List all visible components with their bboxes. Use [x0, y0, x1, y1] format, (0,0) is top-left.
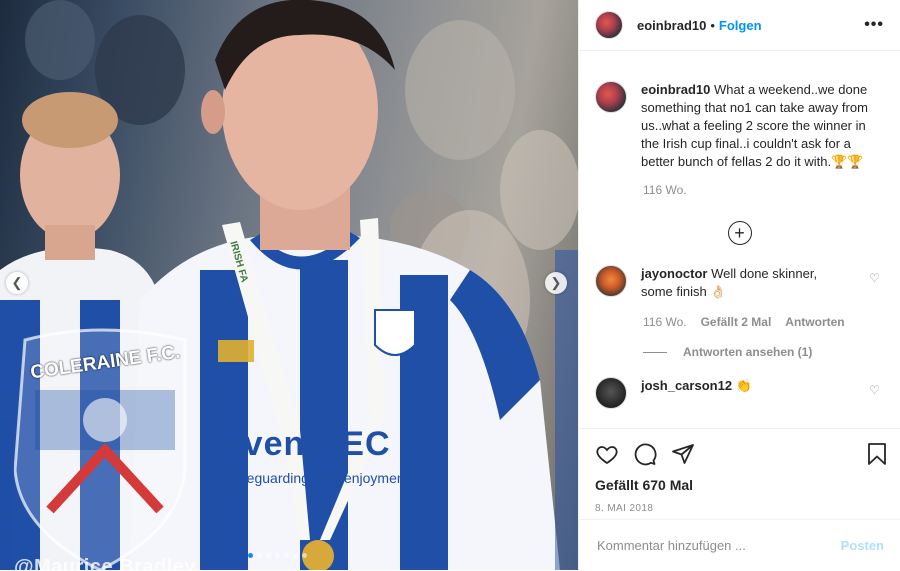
share-icon[interactable] [671, 442, 695, 466]
post-date[interactable]: 8. MAI 2018 [579, 493, 900, 514]
sponsor-text: EventSEC [220, 425, 391, 463]
caption-timestamp[interactable]: 116 Wo. [643, 183, 900, 197]
heart-icon[interactable] [595, 442, 619, 466]
carousel-dot [293, 553, 298, 558]
comment-text: 👏 [735, 378, 752, 393]
comment-item: jayonoctor Well done skinner, some finis… [579, 265, 900, 301]
comment-like-heart-icon[interactable]: ♡ [869, 271, 880, 285]
follow-button[interactable]: Folgen [719, 18, 762, 33]
post-comment-button[interactable]: Posten [841, 538, 884, 553]
more-horizontal-icon[interactable]: ••• [864, 16, 884, 34]
sponsor-subtext: safeguarding your enjoyment [228, 470, 409, 486]
carousel-indicator [248, 553, 307, 558]
comment-item: josh_carson12 👏 ♡ [579, 377, 900, 409]
carousel-dot [257, 553, 262, 558]
bookmark-icon[interactable] [866, 442, 888, 466]
chevron-left-icon: ❮ [11, 275, 23, 290]
carousel-dot [302, 553, 307, 558]
caption-username[interactable]: eoinbrad10 [641, 82, 710, 97]
comment-username[interactable]: josh_carson12 [641, 378, 732, 393]
caption-text-block: eoinbrad10 What a weekend..we done somet… [641, 81, 879, 171]
next-slide-button[interactable]: ❯ [545, 272, 567, 294]
comment-like-heart-icon[interactable]: ♡ [869, 383, 880, 397]
photo-watermark: @Maurice Bradley [14, 556, 197, 570]
comment-username[interactable]: jayonoctor [641, 266, 707, 281]
comment-icon[interactable] [633, 442, 657, 466]
carousel-dot [284, 553, 289, 558]
comment-text-block: josh_carson12 👏 [641, 377, 851, 409]
likes-count[interactable]: Gefällt 670 Mal [579, 469, 900, 493]
replies-divider [643, 351, 667, 353]
carousel-dot [248, 553, 253, 558]
post-actions: Gefällt 670 Mal 8. MAI 2018 [579, 428, 900, 514]
comments-section[interactable]: eoinbrad10 What a weekend..we done somet… [579, 51, 900, 428]
comment-text-block: jayonoctor Well done skinner, some finis… [641, 265, 851, 301]
carousel-dot [266, 553, 271, 558]
chevron-right-icon: ❯ [550, 275, 562, 290]
caption: eoinbrad10 What a weekend..we done somet… [579, 51, 900, 171]
post-header: eoinbrad10 • Folgen ••• [579, 0, 900, 51]
avatar[interactable] [595, 265, 627, 297]
post-side-panel: eoinbrad10 • Folgen ••• eoinbrad10 What … [578, 0, 900, 570]
avatar[interactable] [595, 377, 627, 409]
separator-dot: • [710, 17, 715, 33]
comment-timestamp[interactable]: 116 Wo. [643, 315, 687, 329]
add-comment-bar: Posten [579, 519, 900, 571]
reply-button[interactable]: Antworten [785, 315, 844, 329]
action-icons [579, 429, 900, 469]
post-photo[interactable]: COLERAINE F.C. EventSEC safeguarding you… [0, 0, 578, 570]
previous-slide-button[interactable]: ❮ [6, 272, 28, 294]
comment-input[interactable] [595, 537, 841, 554]
header-username[interactable]: eoinbrad10 [637, 18, 706, 33]
comment-meta: 116 Wo. Gefällt 2 Mal Antworten [643, 315, 900, 329]
view-replies-button[interactable]: Antworten ansehen (1) [643, 345, 900, 359]
avatar[interactable] [595, 81, 627, 113]
plus-circle-icon[interactable]: + [727, 221, 752, 245]
comment-likes[interactable]: Gefällt 2 Mal [701, 315, 772, 329]
carousel-dot [275, 553, 280, 558]
view-replies-label: Antworten ansehen (1) [683, 345, 813, 359]
avatar[interactable] [595, 11, 623, 39]
